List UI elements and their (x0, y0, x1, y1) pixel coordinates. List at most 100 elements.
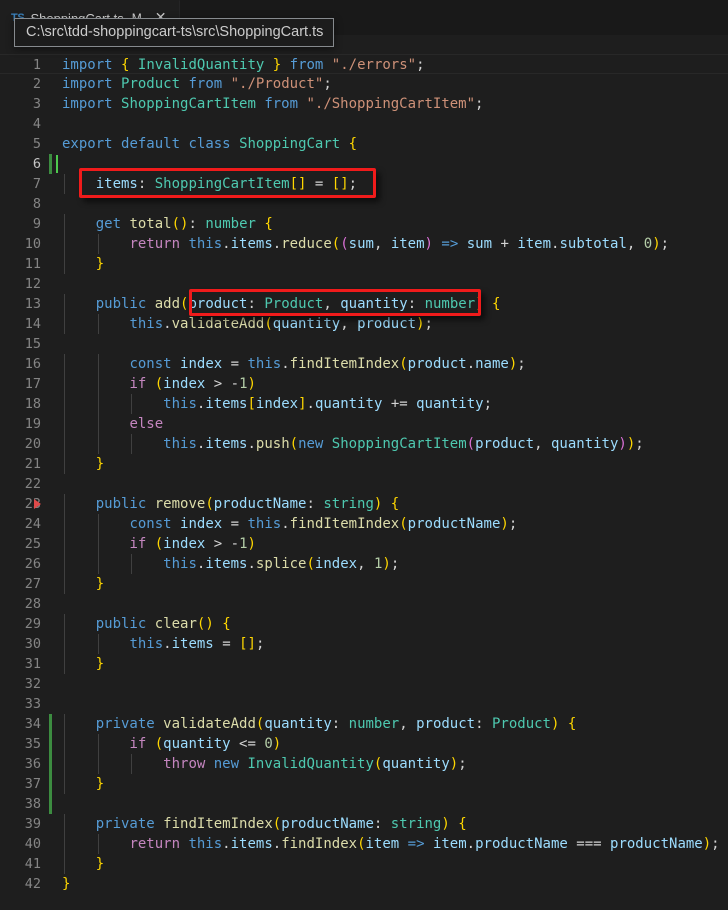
code-line[interactable]: 36 throw new InvalidQuantity(quantity); (0, 754, 728, 774)
code-text[interactable]: return this.items.reduce((sum, item) => … (56, 234, 728, 254)
git-added-marker (48, 774, 56, 794)
code-text[interactable]: if (index > -1) (56, 534, 728, 554)
code-line[interactable]: 34 private validateAdd(quantity: number,… (0, 714, 728, 734)
code-text[interactable] (56, 794, 728, 814)
code-line[interactable]: 7 items: ShoppingCartItem[] = []; (0, 174, 728, 194)
code-line[interactable]: 25 if (index > -1) (0, 534, 728, 554)
code-text[interactable] (56, 274, 728, 294)
code-text[interactable]: else (56, 414, 728, 434)
code-text[interactable] (56, 334, 728, 354)
code-text[interactable]: get total(): number { (56, 214, 728, 234)
code-text[interactable]: const index = this.findItemIndex(product… (56, 514, 728, 534)
code-line[interactable]: 39 private findItemIndex(productName: st… (0, 814, 728, 834)
line-number: 25 (24, 536, 41, 552)
code-line[interactable]: 6 (0, 154, 728, 174)
code-text[interactable]: this.validateAdd(quantity, product); (56, 314, 728, 334)
code-text[interactable]: this.items = []; (56, 634, 728, 654)
code-text[interactable]: return this.items.findIndex(item => item… (56, 834, 728, 854)
code-text[interactable] (56, 674, 728, 694)
code-line[interactable]: 17 if (index > -1) (0, 374, 728, 394)
gutter-decoration (48, 74, 56, 94)
code-line[interactable]: 19 else (0, 414, 728, 434)
code-line[interactable]: 24 const index = this.findItemIndex(prod… (0, 514, 728, 534)
code-line[interactable]: 15 (0, 334, 728, 354)
code-line[interactable]: 2 import Product from "./Product"; (0, 74, 728, 94)
code-text[interactable] (56, 194, 728, 214)
code-line[interactable]: 1 import { InvalidQuantity } from "./erro… (0, 54, 728, 74)
code-text[interactable]: this.items[index].quantity += quantity; (56, 394, 728, 414)
code-line[interactable]: 16 const index = this.findItemIndex(prod… (0, 354, 728, 374)
git-added-marker (48, 714, 56, 734)
code-text[interactable] (56, 474, 728, 494)
code-text[interactable]: import { InvalidQuantity } from "./error… (56, 55, 728, 73)
code-text[interactable]: export default class ShoppingCart { (56, 134, 728, 154)
line-number: 30 (24, 636, 41, 652)
git-added-marker (48, 734, 56, 754)
code-text[interactable]: this.items.splice(index, 1); (56, 554, 728, 574)
code-text[interactable]: } (56, 774, 728, 794)
breakpoint-arrow-icon[interactable] (34, 499, 41, 509)
code-text[interactable]: } (56, 254, 728, 274)
gutter-decoration (48, 554, 56, 574)
code-line[interactable]: 5 export default class ShoppingCart { (0, 134, 728, 154)
code-line[interactable]: 20 this.items.push(new ShoppingCartItem(… (0, 434, 728, 454)
code-line[interactable]: 18 this.items[index].quantity += quantit… (0, 394, 728, 414)
git-added-marker (48, 154, 56, 174)
code-line[interactable]: 32 (0, 674, 728, 694)
code-text[interactable] (56, 154, 728, 174)
code-line[interactable]: 23 public remove(productName: string) { (0, 494, 728, 514)
code-line[interactable]: 12 (0, 274, 728, 294)
code-line[interactable]: 3 import ShoppingCartItem from "./Shoppin… (0, 94, 728, 114)
code-text[interactable]: if (quantity <= 0) (56, 734, 728, 754)
code-line[interactable]: 28 (0, 594, 728, 614)
code-text[interactable]: } (56, 574, 728, 594)
code-text[interactable]: items: ShoppingCartItem[] = []; (56, 174, 728, 194)
code-text[interactable] (56, 594, 728, 614)
code-line[interactable]: 10 return this.items.reduce((sum, item) … (0, 234, 728, 254)
code-text[interactable] (56, 694, 728, 714)
code-text[interactable]: private findItemIndex(productName: strin… (56, 814, 728, 834)
code-text[interactable]: private validateAdd(quantity: number, pr… (56, 714, 728, 734)
code-text[interactable]: const index = this.findItemIndex(product… (56, 354, 728, 374)
code-text[interactable]: throw new InvalidQuantity(quantity); (56, 754, 728, 774)
code-line[interactable]: 42} (0, 874, 728, 894)
code-text[interactable]: public remove(productName: string) { (56, 494, 728, 514)
code-editor[interactable]: 1 import { InvalidQuantity } from "./erro… (0, 35, 728, 910)
code-line[interactable]: 38 (0, 794, 728, 814)
code-text[interactable]: } (56, 854, 728, 874)
line-number: 4 (32, 116, 41, 132)
code-line[interactable]: 26 this.items.splice(index, 1); (0, 554, 728, 574)
code-text[interactable]: this.items.push(new ShoppingCartItem(pro… (56, 434, 728, 454)
code-line[interactable]: 33 (0, 694, 728, 714)
code-text[interactable]: } (56, 654, 728, 674)
line-number: 24 (24, 516, 41, 532)
code-line[interactable]: 31 } (0, 654, 728, 674)
code-text[interactable]: if (index > -1) (56, 374, 728, 394)
code-text[interactable]: import Product from "./Product"; (56, 74, 728, 94)
code-line[interactable]: 14 this.validateAdd(quantity, product); (0, 314, 728, 334)
code-text[interactable]: public clear() { (56, 614, 728, 634)
code-text[interactable]: public add(product: Product, quantity: n… (56, 294, 728, 314)
code-text[interactable]: } (56, 874, 728, 894)
code-line[interactable]: 27 } (0, 574, 728, 594)
code-line[interactable]: 13 public add(product: Product, quantity… (0, 294, 728, 314)
line-number: 34 (24, 716, 41, 732)
code-line[interactable]: 9 get total(): number { (0, 214, 728, 234)
code-line[interactable]: 8 (0, 194, 728, 214)
code-line[interactable]: 30 this.items = []; (0, 634, 728, 654)
code-line[interactable]: 22 (0, 474, 728, 494)
code-line[interactable]: 37 } (0, 774, 728, 794)
code-line[interactable]: 41 } (0, 854, 728, 874)
code-line[interactable]: 40 return this.items.findIndex(item => i… (0, 834, 728, 854)
code-line[interactable]: 21 } (0, 454, 728, 474)
code-line[interactable]: 11 } (0, 254, 728, 274)
code-line[interactable]: 4 (0, 114, 728, 134)
line-number: 40 (24, 836, 41, 852)
code-text[interactable] (56, 114, 728, 134)
code-text[interactable]: } (56, 454, 728, 474)
code-line[interactable]: 29 public clear() { (0, 614, 728, 634)
code-text[interactable]: import ShoppingCartItem from "./Shopping… (56, 94, 728, 114)
line-number: 38 (24, 796, 41, 812)
code-line[interactable]: 35 if (quantity <= 0) (0, 734, 728, 754)
gutter-decoration (48, 694, 56, 714)
